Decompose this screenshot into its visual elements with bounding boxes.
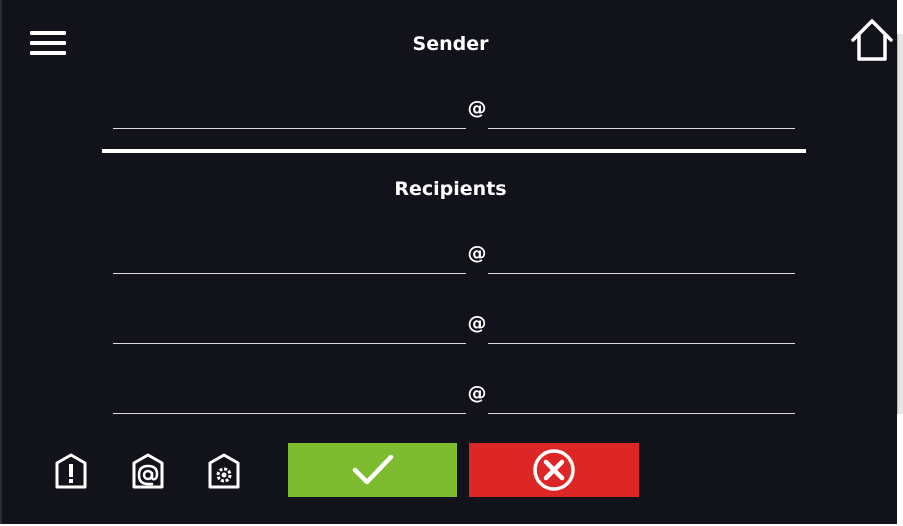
recipient-1-local-input[interactable] <box>113 243 466 274</box>
recipients-title: Recipients <box>394 178 507 200</box>
sender-email-row: @ <box>113 97 795 129</box>
at-sign: @ <box>467 97 487 119</box>
alarm-icon[interactable] <box>53 452 89 490</box>
sender-local-input[interactable] <box>113 98 466 129</box>
recipient-3-domain-input[interactable] <box>488 383 795 414</box>
sender-domain-input[interactable] <box>488 98 795 129</box>
recipient-email-row: @ <box>113 312 795 344</box>
scrollbar[interactable] <box>897 34 903 414</box>
home-icon[interactable] <box>848 17 896 63</box>
sender-title: Sender <box>412 33 489 55</box>
recipient-3-local-input[interactable] <box>113 383 466 414</box>
recipient-email-row: @ <box>113 242 795 274</box>
settings-icon[interactable] <box>206 452 242 490</box>
email-settings-screen: Sender @ Recipients @ @ @ <box>0 0 897 524</box>
section-divider <box>102 149 806 153</box>
confirm-button[interactable] <box>288 443 457 497</box>
at-sign: @ <box>467 242 487 264</box>
recipient-2-domain-input[interactable] <box>488 313 795 344</box>
email-settings-icon[interactable] <box>130 452 166 490</box>
at-sign: @ <box>467 382 487 404</box>
recipient-email-row: @ <box>113 382 795 414</box>
check-icon <box>352 454 393 485</box>
at-sign: @ <box>467 312 487 334</box>
recipient-2-local-input[interactable] <box>113 313 466 344</box>
cancel-button[interactable] <box>469 443 639 497</box>
cancel-x-icon <box>533 449 575 491</box>
recipient-1-domain-input[interactable] <box>488 243 795 274</box>
